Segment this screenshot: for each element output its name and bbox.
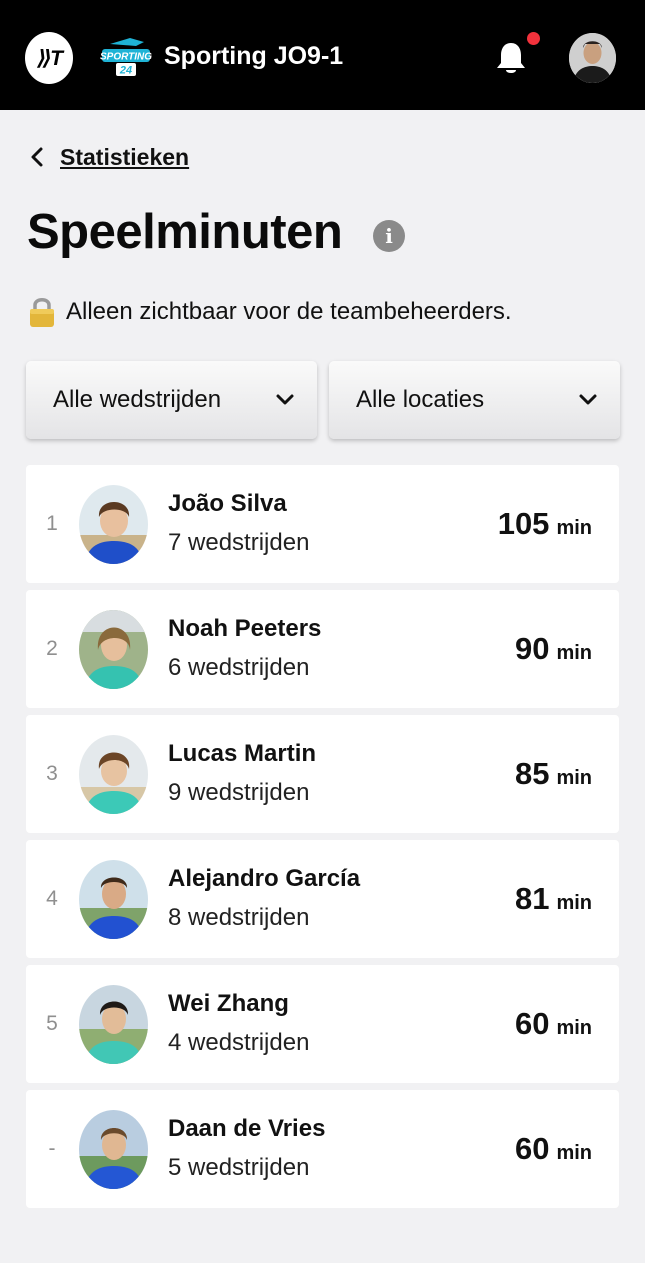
rank: 1: [46, 512, 58, 535]
player-name: Alejandro García: [168, 865, 361, 892]
match-count: 8 wedstrijden: [168, 904, 310, 931]
list-item[interactable]: 5 Wei Zhang 4 wedstrijden 60 min: [26, 965, 619, 1083]
minutes-unit: min: [556, 517, 592, 539]
list-item[interactable]: 1 João Silva 7 wedstrijden 105 min: [26, 465, 619, 583]
minutes-played: 60 min: [515, 1006, 592, 1042]
player-avatar[interactable]: [79, 1110, 148, 1189]
chevron-left-icon: [31, 147, 43, 167]
top-bar: ⟫T SPORTING 24 Sporting JO9-1: [0, 0, 645, 110]
player-avatar[interactable]: [79, 860, 148, 939]
notice-text: Alleen zichtbaar voor de teambeheerders.: [66, 298, 512, 325]
match-count: 7 wedstrijden: [168, 529, 310, 556]
minutes-unit: min: [556, 892, 592, 914]
match-count: 9 wedstrijden: [168, 779, 310, 806]
chevron-down-icon: [579, 394, 597, 405]
notification-dot: [527, 32, 540, 45]
minutes-value: 60: [514, 1006, 550, 1041]
club-logo[interactable]: SPORTING 24: [100, 36, 152, 80]
player-avatar[interactable]: [79, 735, 148, 814]
locations-filter-dropdown[interactable]: Alle locaties: [329, 361, 620, 439]
player-name: Lucas Martin: [168, 740, 317, 767]
minutes-unit: min: [556, 1017, 592, 1039]
match-count: 4 wedstrijden: [168, 1029, 310, 1056]
locations-filter-label: Alle locaties: [356, 386, 485, 413]
minutes-value: 60: [514, 1131, 550, 1166]
minutes-unit: min: [556, 767, 592, 789]
back-link-label: Statistieken: [60, 143, 190, 170]
player-name: Daan de Vries: [168, 1115, 326, 1142]
minutes-value: 81: [514, 881, 550, 916]
player-minutes-list: 1 João Silva 7 wedstrijden 105 min 2 Noa…: [26, 465, 619, 1215]
rank: 4: [46, 887, 58, 910]
rank: 5: [46, 1012, 58, 1035]
info-icon[interactable]: i: [373, 220, 405, 252]
match-count: 6 wedstrijden: [168, 654, 310, 681]
minutes-played: 105 min: [498, 506, 592, 542]
back-link[interactable]: Statistieken: [28, 142, 189, 172]
chevron-down-icon: [276, 394, 294, 405]
player-name: João Silva: [168, 490, 287, 517]
minutes-played: 60 min: [515, 1131, 592, 1167]
lock-icon: [30, 298, 54, 327]
rank: -: [48, 1137, 56, 1160]
player-avatar[interactable]: [79, 485, 148, 564]
club-logo-line1: SPORTING: [100, 52, 152, 63]
club-logo-line2: 24: [119, 65, 132, 77]
match-count: 5 wedstrijden: [168, 1154, 310, 1181]
minutes-value: 105: [497, 506, 550, 541]
minutes-value: 90: [514, 631, 550, 666]
bell-icon[interactable]: [494, 40, 528, 76]
player-avatar[interactable]: [79, 985, 148, 1064]
minutes-played: 90 min: [515, 631, 592, 667]
minutes-played: 85 min: [515, 756, 592, 792]
list-item[interactable]: 3 Lucas Martin 9 wedstrijden 85 min: [26, 715, 619, 833]
minutes-unit: min: [556, 1142, 592, 1164]
minutes-unit: min: [556, 642, 592, 664]
rank: 2: [46, 637, 58, 660]
visibility-notice: Alleen zichtbaar voor de teambeheerders.: [28, 296, 512, 328]
list-item[interactable]: 2 Noah Peeters 6 wedstrijden 90 min: [26, 590, 619, 708]
list-item[interactable]: 4 Alejandro García 8 wedstrijden 81 min: [26, 840, 619, 958]
page-title: Speelminuten: [27, 205, 343, 259]
minutes-value: 85: [514, 756, 550, 791]
player-name: Noah Peeters: [168, 615, 322, 642]
minutes-played: 81 min: [515, 881, 592, 917]
team-name[interactable]: Sporting JO9-1: [164, 42, 343, 71]
user-avatar[interactable]: [569, 33, 616, 83]
rank: 3: [46, 762, 58, 785]
matches-filter-label: Alle wedstrijden: [53, 386, 222, 413]
matches-filter-dropdown[interactable]: Alle wedstrijden: [26, 361, 317, 439]
list-item[interactable]: - Daan de Vries 5 wedstrijden 60 min: [26, 1090, 619, 1208]
player-name: Wei Zhang: [168, 990, 289, 1017]
player-avatar[interactable]: [79, 610, 148, 689]
app-logo[interactable]: ⟫T: [25, 32, 73, 84]
